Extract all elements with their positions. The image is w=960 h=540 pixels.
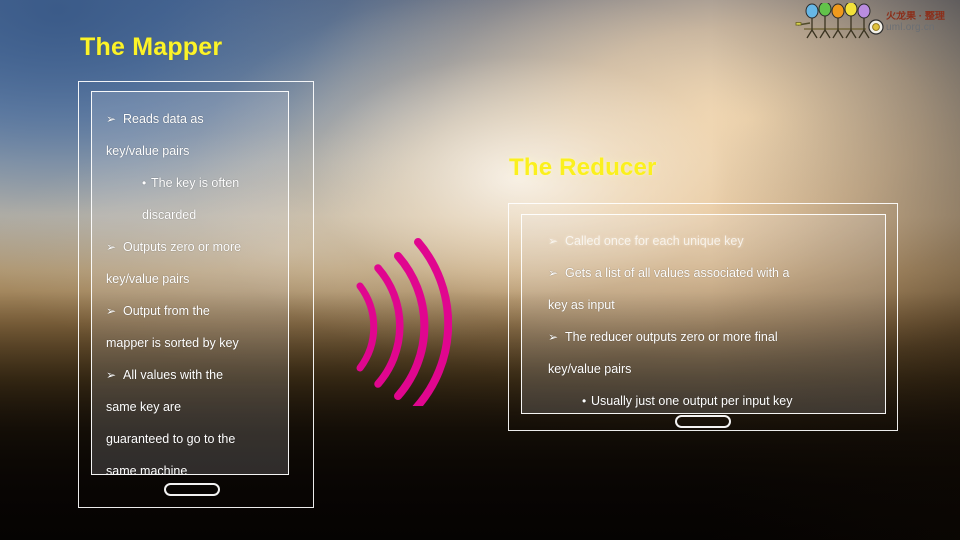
mapper-line: • The key is often <box>100 167 280 199</box>
mapper-line: mapper is sorted by key <box>100 327 280 359</box>
watermark-cn-label: 火龙果 · 整理 <box>886 10 945 22</box>
mapper-line: key/value pairs <box>100 135 280 167</box>
mapper-line-text: same machine <box>106 464 188 475</box>
reducer-line: key/value pairs <box>530 353 877 385</box>
mapper-content-box: ➢ Reads data as key/value pairs • The key is… <box>91 91 289 475</box>
mapper-line: ➢ Reads data as <box>100 103 280 135</box>
arrow-bullet-icon: ➢ <box>106 304 117 318</box>
reducer-line-text: The reducer outputs zero or more final <box>565 330 778 344</box>
mapper-line-text: mapper is sorted by key <box>106 336 239 350</box>
mapper-line: same key are <box>100 391 280 423</box>
dot-bullet-icon: • <box>142 176 147 190</box>
reducer-nav-pill[interactable] <box>675 415 731 428</box>
arrow-bullet-icon: ➢ <box>106 368 117 382</box>
page-title-reducer: The Reducer <box>509 154 657 181</box>
mapper-line: key/value pairs <box>100 263 280 295</box>
reducer-line-text: Usually just one output per input key <box>591 394 793 408</box>
reducer-line: ➢ The reducer outputs zero or more final <box>530 321 877 353</box>
arrow-bullet-icon: ➢ <box>106 112 117 126</box>
arrow-bullet-icon: ➢ <box>548 234 559 248</box>
mapper-line-text: Reads data as <box>123 112 204 126</box>
reducer-line: ➢ Called once for each unique key <box>530 225 877 257</box>
mapper-line-text: key/value pairs <box>106 144 190 158</box>
mapper-bullet-list: ➢ Reads data as key/value pairs • The key is… <box>92 92 288 475</box>
mapper-line-text: The key is often <box>151 176 240 190</box>
mapper-line: discarded <box>100 199 280 231</box>
mapper-line: guaranteed to go to the <box>100 423 280 455</box>
mapper-line-text: guaranteed to go to the <box>106 432 236 446</box>
dot-bullet-icon: • <box>582 394 587 408</box>
reducer-line-text: key as input <box>548 298 615 312</box>
arrow-bullet-icon: ➢ <box>548 330 559 344</box>
arrow-bullet-icon: ➢ <box>106 240 117 254</box>
mapper-line: ➢ Output from the <box>100 295 280 327</box>
reducer-line-text: key/value pairs <box>548 362 632 376</box>
mapper-line-text: key/value pairs <box>106 272 190 286</box>
mapper-line-text: discarded <box>142 208 197 222</box>
mapper-line-text: Output from the <box>123 304 210 318</box>
mapper-line: same machine <box>100 455 280 475</box>
watermark-url: uml.org.cn <box>886 22 935 33</box>
signal-arcs-decoration <box>352 232 453 412</box>
reducer-line-text: Gets a list of all values associated wit… <box>565 266 790 280</box>
reducer-bullet-list: ➢ Called once for each unique key ➢ Gets a … <box>522 215 885 413</box>
mapper-line-text: same key are <box>106 400 182 414</box>
slide-canvas: The Mapper The Reducer ➢ Reads data as key… <box>0 0 960 540</box>
mapper-line: ➢ Outputs zero or more <box>100 231 280 263</box>
stick-figures-logo-icon <box>795 3 884 39</box>
mapper-nav-pill[interactable] <box>164 483 220 496</box>
mapper-line: ➢ All values with the <box>100 359 280 391</box>
reducer-line: ➢ Gets a list of all values associated wi… <box>530 257 877 289</box>
watermark-text: 火龙果 · 整理 uml.org.cn <box>886 11 945 34</box>
mapper-line-text: Outputs zero or more <box>123 240 242 254</box>
page-title-mapper: The Mapper <box>80 33 223 61</box>
arrow-bullet-icon: ➢ <box>548 266 559 280</box>
reducer-line: key as input <box>530 289 877 321</box>
reducer-line-text: Called once for each unique key <box>565 234 744 248</box>
signal-arcs-icon <box>356 238 453 412</box>
watermark: 火龙果 · 整理 uml.org.cn <box>792 2 960 42</box>
reducer-content-box: ➢ Called once for each unique key ➢ Gets a … <box>521 214 886 414</box>
reducer-line: • Usually just one output per input key <box>530 385 877 413</box>
mapper-line-text: All values with the <box>123 368 224 382</box>
